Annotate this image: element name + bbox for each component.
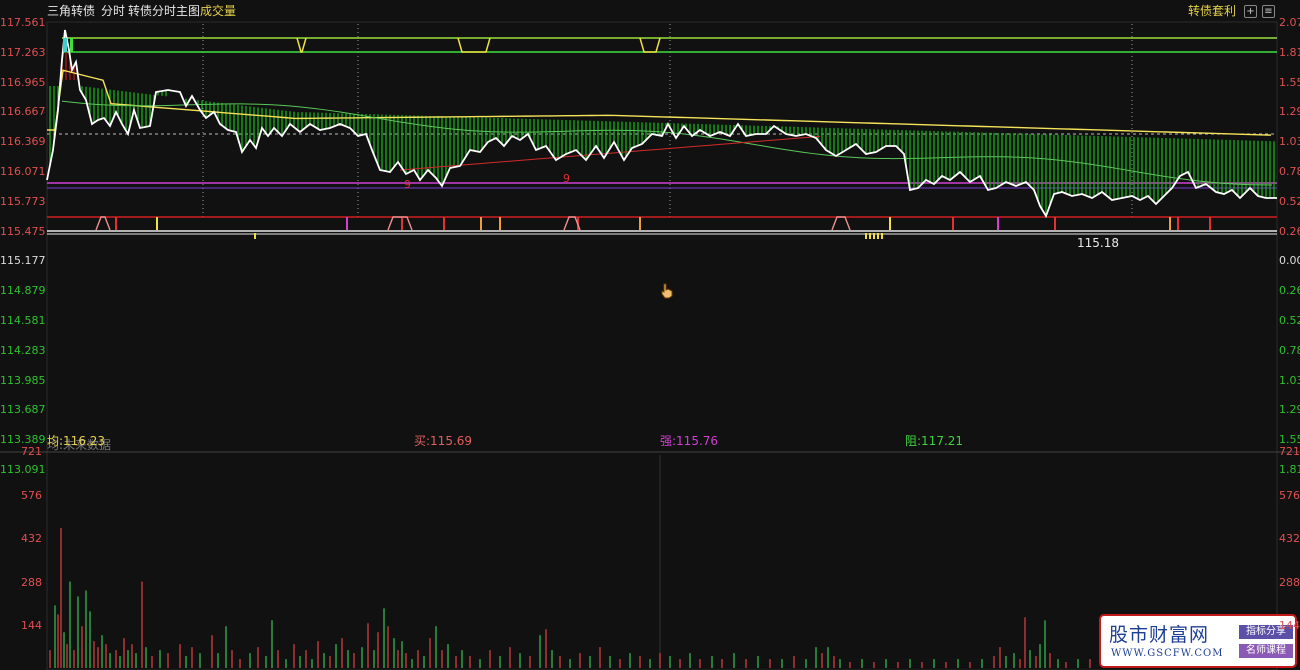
strong-readout: 强:115.76 [660, 434, 719, 448]
buy-readout: 买:115.69 [414, 434, 473, 448]
chart-header: 三角转债 分时 转债分时主图 成交量 转债套利 + ≡ [0, 0, 1300, 22]
volume-tick-label: 432 [1279, 532, 1300, 545]
volume-tick-label: 576 [1279, 488, 1300, 502]
open-marker [70, 38, 73, 52]
price-tick-label: 114.879 [0, 284, 46, 298]
band-dip-marker [296, 37, 307, 53]
percent-tick-label: 1.29 [1279, 403, 1300, 417]
watermark-logo: 股市财富网 WWW.GSCFW.COM 指标分享 名师课程 [1099, 614, 1297, 668]
band-dip-marker [639, 37, 661, 53]
percent-tick-label: 0.26 [1279, 284, 1300, 298]
percent-tick-label: 0.52 [1279, 314, 1300, 327]
price-tick-label: 114.283 [0, 343, 46, 357]
percent-tick-label: 1.03 [1279, 135, 1300, 149]
signal-peak [387, 216, 413, 231]
watermark-title: 股市财富网 [1109, 624, 1210, 646]
signal-peak [831, 216, 851, 231]
price-tick-label: 116.965 [0, 75, 46, 89]
volume-tick-label: 288 [1279, 575, 1300, 589]
percent-tick-label: 0.78 [1279, 343, 1300, 357]
percent-tick-label: 0.78 [1279, 165, 1300, 178]
percent-tick-label: 2.07 [1279, 16, 1300, 29]
percent-tick-label: 1.81 [1279, 463, 1300, 476]
volume-tick-label: 288 [21, 575, 42, 589]
open-marker [63, 38, 67, 52]
price-tick-label: 116.369 [0, 135, 46, 149]
add-icon[interactable]: + [1244, 5, 1257, 18]
price-tick-label: 115.177 [0, 254, 46, 268]
volume-tick-label: 144 [21, 619, 42, 632]
volume-label[interactable]: 成交量 [200, 0, 236, 22]
volume-tick-label: 576 [21, 488, 42, 502]
percent-tick-label: 1.81 [1279, 45, 1300, 59]
hand-cursor-icon [661, 283, 673, 299]
percent-tick-label: 1.55 [1279, 75, 1300, 89]
price-tick-label: 115.773 [0, 194, 46, 208]
chart-window[interactable]: 三角转债 分时 转债分时主图 成交量 转债套利 + ≡ 均:未来数据 均:116… [0, 0, 1300, 670]
price-tick-label: 117.561 [0, 16, 46, 29]
volume-tick-label: 144 [1279, 619, 1300, 632]
price-tick-label: 113.091 [0, 463, 46, 476]
signal-marker: 9 [404, 178, 411, 191]
percent-tick-label: 0.52 [1279, 194, 1300, 208]
volume-panel-frame [46, 451, 1278, 670]
resist-readout: 阻:117.21 [905, 434, 964, 448]
watermark-url: WWW.GSCFW.COM [1111, 648, 1224, 659]
signal-marker: 9 [563, 172, 570, 185]
percent-tick-label: 1.29 [1279, 105, 1300, 119]
price-tick-label: 114.581 [0, 314, 46, 327]
arbitrage-label[interactable]: 转债套利 [1188, 0, 1236, 22]
price-tick-label: 115.475 [0, 224, 46, 238]
volume-tick-label: 432 [21, 532, 42, 545]
price-tick-label: 113.687 [0, 403, 46, 417]
avg-readout: 均:116.23 [47, 434, 106, 448]
menu-icon[interactable]: ≡ [1262, 5, 1275, 18]
bond-title: 三角转债 [47, 4, 96, 18]
volume-tick-label: 721 [21, 445, 42, 458]
signal-peak [95, 216, 111, 231]
percent-tick-label: 0.00 [1279, 254, 1300, 268]
price-tick-label: 116.071 [0, 165, 46, 178]
intraday-chart[interactable] [0, 0, 1300, 670]
mode-label[interactable]: 分时 [101, 0, 125, 22]
price-tick-label: 113.985 [0, 373, 46, 387]
price-tick-label: 117.263 [0, 45, 46, 59]
chart-title: 转债分时主图 [128, 4, 201, 18]
percent-tick-label: 1.03 [1279, 373, 1300, 387]
percent-tick-label: 0.26 [1279, 224, 1300, 238]
price-tick-label: 116.667 [0, 105, 46, 119]
volume-tick-label: 721 [1279, 445, 1300, 458]
last-price-label: 115.18 [1077, 236, 1119, 250]
watermark-tag: 名师课程 [1239, 644, 1293, 658]
band-dip-marker [457, 37, 491, 53]
